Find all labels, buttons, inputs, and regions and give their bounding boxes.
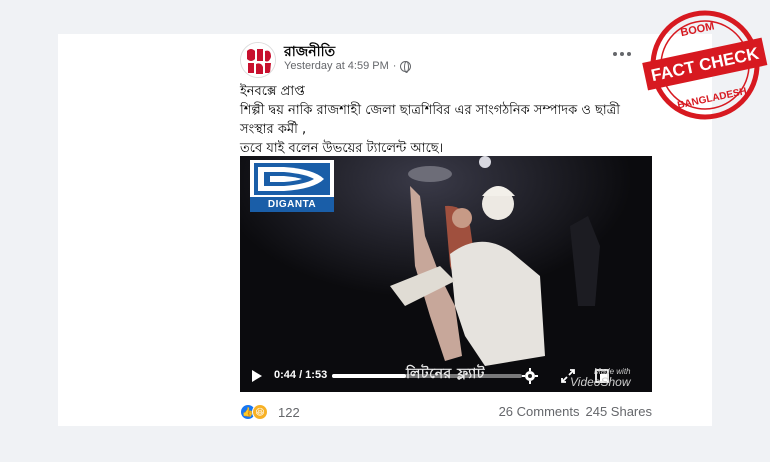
facebook-post: রাজনীতি Yesterday at 4:59 PM · ইনবক্সে প… [168, 34, 680, 426]
video-player[interactable]: DIGANTA 0:44 / 1:53 লিটনের ফ্ল্যাট Made … [240, 156, 652, 392]
watermark-text: VideoShow [570, 375, 631, 389]
reactions-summary[interactable]: 👍 😆 122 [240, 404, 300, 420]
globe-icon [400, 60, 412, 73]
screenshot-frame: রাজনীতি Yesterday at 4:59 PM · ইনবক্সে প… [58, 34, 712, 426]
video-watermark: Made with VideoShow [570, 366, 631, 388]
post-text-line: শিল্পী দ্বয় নাকি রাজশাহী জেলা ছাত্রশিবি… [240, 103, 620, 118]
channel-logo: DIGANTA [250, 160, 334, 212]
reaction-count: 122 [278, 404, 300, 420]
more-options-icon[interactable] [612, 48, 632, 60]
shares-link[interactable]: 245 Shares [586, 404, 653, 419]
video-controls: 0:44 / 1:53 লিটনের ফ্ল্যাট Made with Vid… [240, 358, 652, 392]
video-time: 0:44 / 1:53 [274, 369, 328, 381]
post-timestamp[interactable]: Yesterday at 4:59 PM [284, 60, 389, 72]
play-icon[interactable] [252, 370, 262, 382]
post-text: ইনবক্সে প্রাপ্ত শিল্পী দ্বয় নাকি রাজশাহ… [240, 82, 660, 158]
post-timestamp-row: Yesterday at 4:59 PM · [284, 60, 412, 73]
logo-text: DIGANTA [250, 197, 334, 212]
settings-icon[interactable] [522, 368, 538, 384]
comments-link[interactable]: 26 Comments [499, 404, 580, 419]
engagement-stats: 26 Comments 245 Shares [499, 404, 652, 419]
fact-check-badge: BOOM FACT CHECK BANGLADESH [642, 10, 768, 120]
page-avatar[interactable] [240, 42, 276, 78]
post-header: রাজনীতি Yesterday at 4:59 PM · [168, 34, 680, 78]
page-logo-icon [241, 43, 275, 77]
haha-icon: 😆 [252, 404, 268, 420]
badge-top-text: BOOM [680, 20, 716, 39]
video-caption: লিটনের ফ্ল্যাট [406, 366, 485, 382]
diganta-logo-icon [254, 163, 330, 195]
separator: · [392, 60, 397, 72]
post-text-line: ইনবক্সে প্রাপ্ত [240, 84, 305, 99]
post-text-line: সংস্থার কর্মী , [240, 122, 307, 137]
post-footer: 👍 😆 122 26 Comments 245 Shares [240, 402, 652, 422]
progress-fill [332, 374, 407, 378]
